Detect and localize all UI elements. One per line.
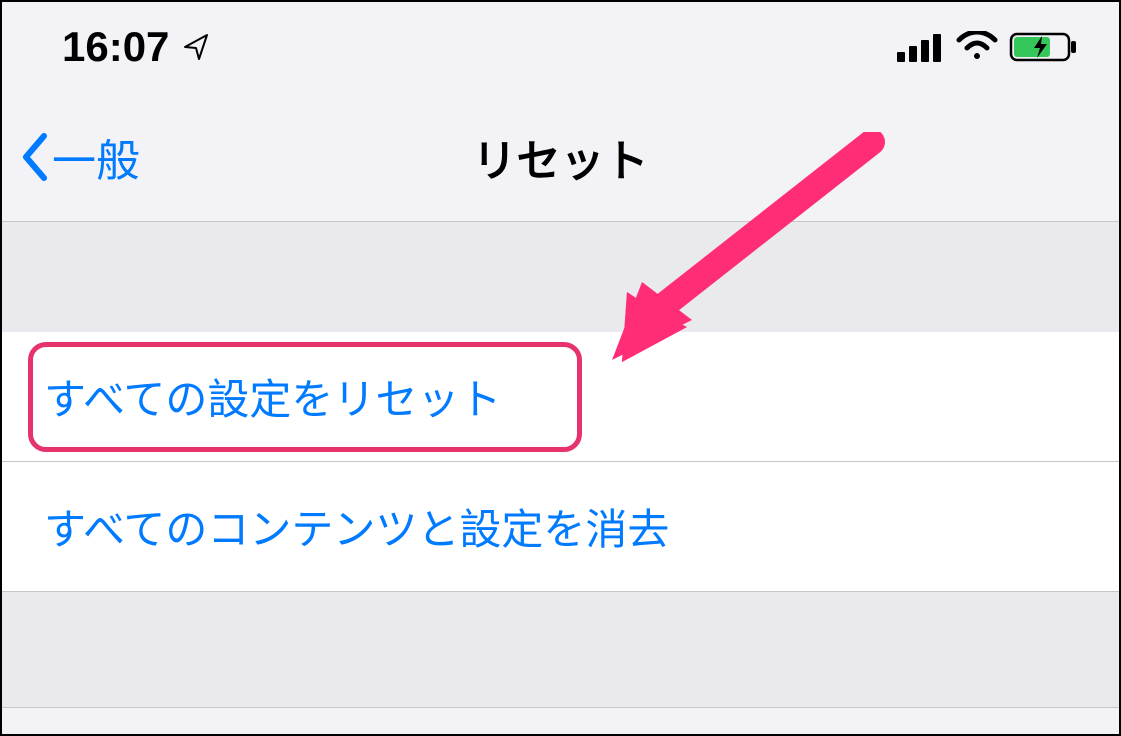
- status-bar-left: 16:07: [62, 23, 213, 71]
- erase-all-content-row[interactable]: すべてのコンテンツと設定を消去: [2, 462, 1119, 592]
- navigation-bar: 一般 リセット: [2, 92, 1119, 222]
- back-button-label: 一般: [52, 125, 140, 189]
- page-title: リセット: [473, 125, 649, 189]
- section-divider: [2, 222, 1119, 332]
- status-bar-right: [895, 30, 1079, 64]
- content-area: すべての設定をリセット すべてのコンテンツと設定を消去: [2, 222, 1119, 708]
- cellular-signal-icon: [895, 32, 945, 62]
- status-bar: 16:07: [2, 2, 1119, 92]
- back-button[interactable]: 一般: [20, 125, 140, 189]
- wifi-icon: [955, 31, 999, 63]
- reset-all-settings-row[interactable]: すべての設定をリセット: [2, 332, 1119, 462]
- list-item-label: すべての設定をリセット: [44, 366, 501, 427]
- status-time: 16:07: [62, 23, 169, 71]
- location-icon: [181, 31, 213, 63]
- battery-icon: [1009, 30, 1079, 64]
- list-item-label: すべてのコンテンツと設定を消去: [44, 496, 669, 557]
- section-divider: [2, 592, 1119, 708]
- chevron-left-icon: [20, 132, 50, 182]
